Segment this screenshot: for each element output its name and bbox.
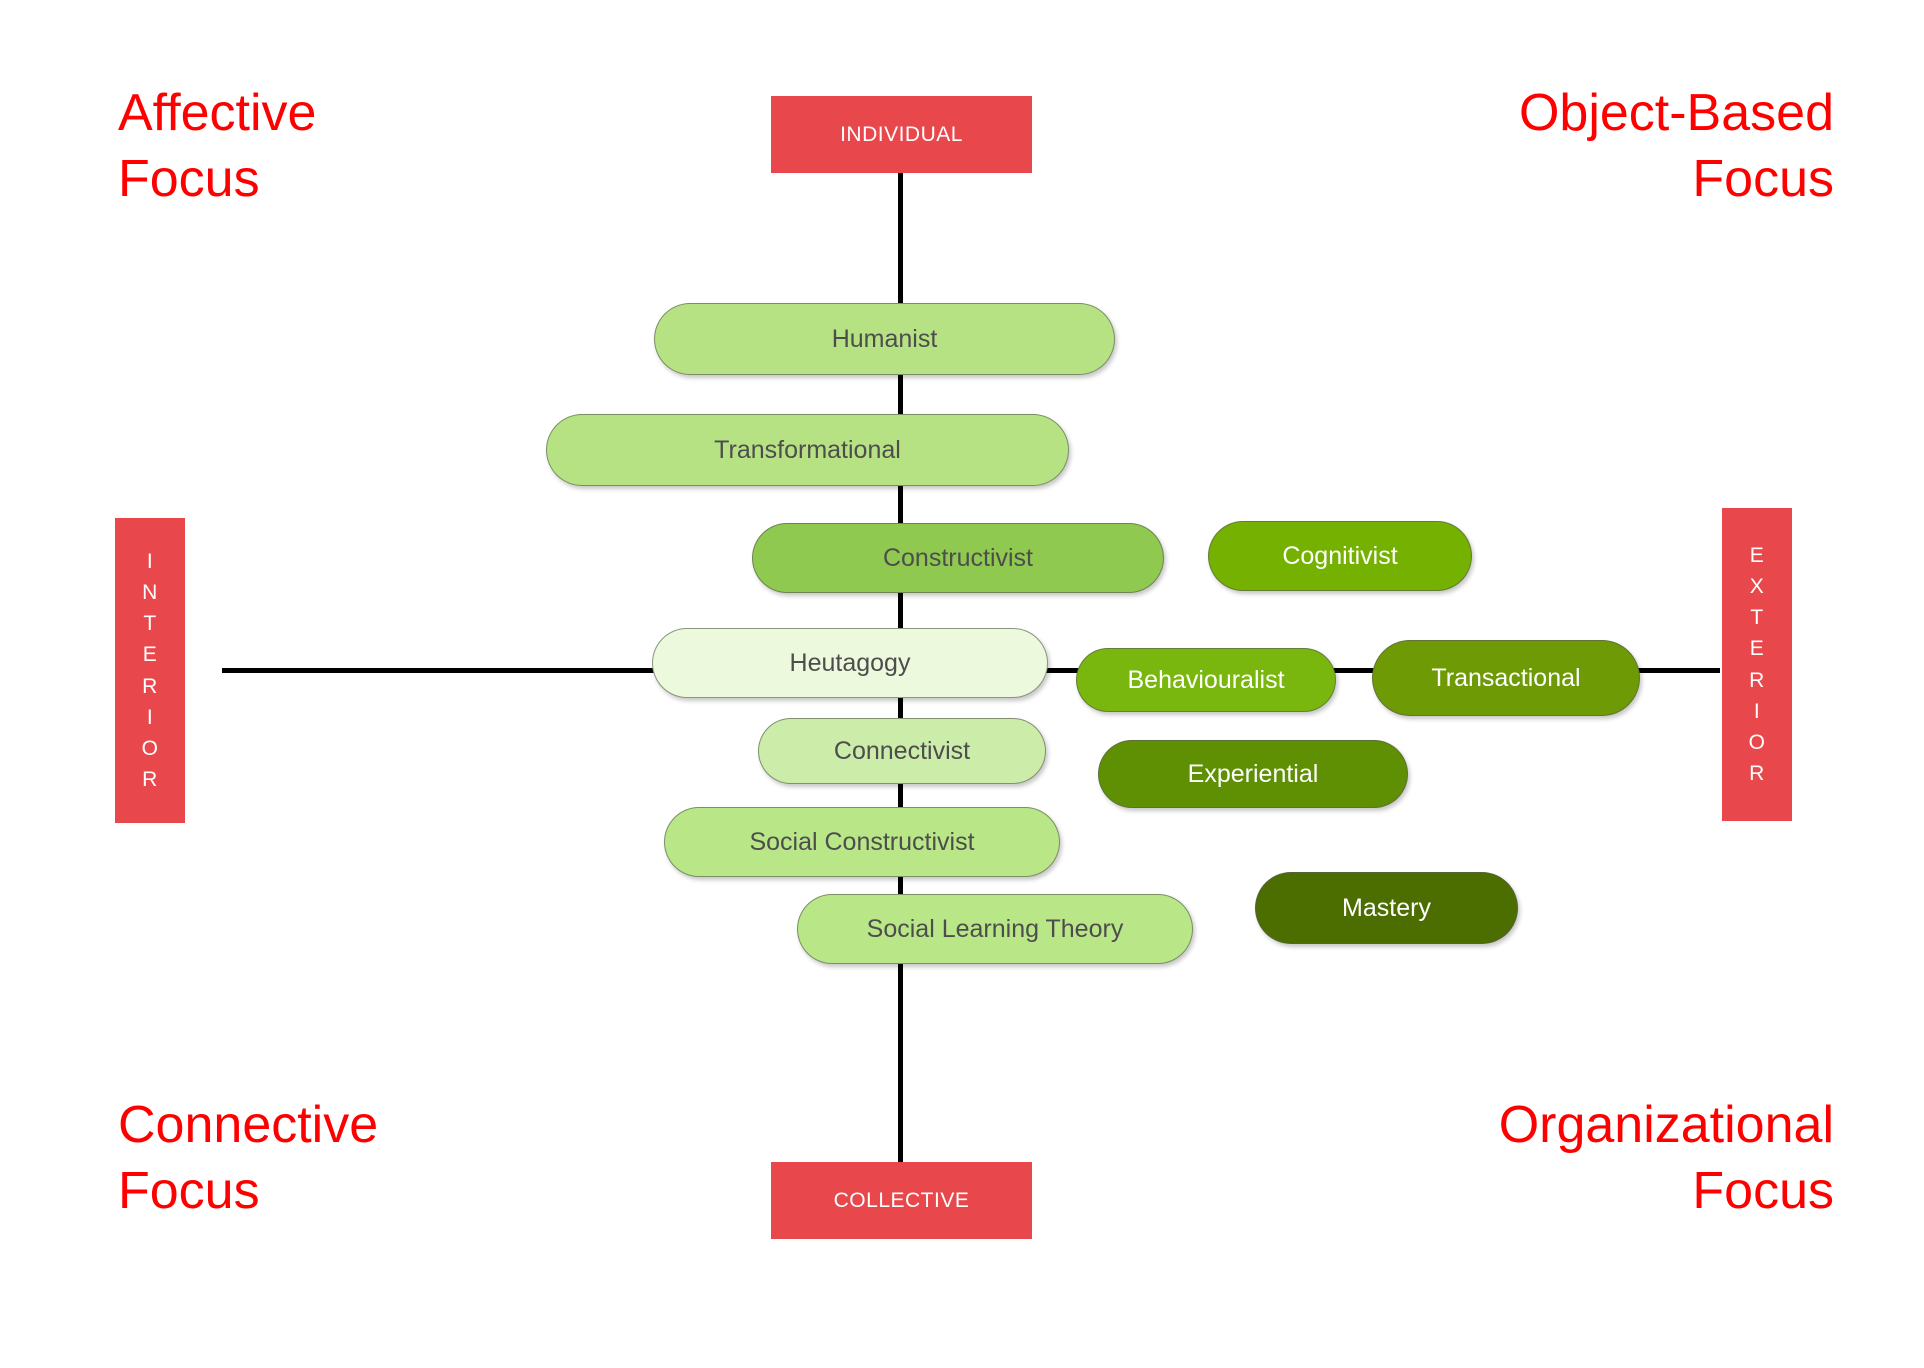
pole-letter: R — [1749, 668, 1765, 692]
pole-collective-label: COLLECTIVE — [833, 1188, 970, 1212]
quadrant-label-bottom-right: Organizational Focus — [1154, 1092, 1834, 1224]
pole-letter: E — [1749, 544, 1765, 568]
theory-pill-label: Humanist — [831, 324, 938, 353]
quadrant-label-bottom-left-line1: Connective — [118, 1096, 379, 1154]
theory-pill-label: Heutagogy — [789, 648, 911, 677]
pole-letter: T — [1750, 606, 1764, 630]
theory-pill-heutagogy[interactable]: Heutagogy — [652, 628, 1048, 698]
theory-pill-label: Transformational — [714, 435, 901, 464]
pole-interior: INTERIOR — [115, 518, 185, 823]
theory-pill-mastery[interactable]: Mastery — [1255, 872, 1518, 944]
pole-individual: INDIVIDUAL — [771, 96, 1032, 173]
theory-pill-constructivist[interactable]: Constructivist — [752, 523, 1164, 593]
pole-letter: I — [146, 705, 154, 729]
theory-pill-social-constructivist[interactable]: Social Constructivist — [664, 807, 1060, 877]
theory-pill-social-learning-theory[interactable]: Social Learning Theory — [797, 894, 1193, 964]
pole-letter: R — [142, 674, 158, 698]
theory-pill-cognitivist[interactable]: Cognitivist — [1208, 521, 1472, 591]
theory-pill-label: Experiential — [1187, 759, 1319, 788]
quadrant-label-bottom-left-line2: Focus — [118, 1162, 260, 1221]
theory-pill-label: Connectivist — [833, 736, 971, 765]
pole-letter: E — [142, 643, 158, 667]
pole-letter: R — [142, 767, 158, 791]
diagram-canvas: Affective Focus Object-Based Focus Connect… — [0, 0, 1924, 1368]
theory-pill-humanist[interactable]: Humanist — [654, 303, 1115, 375]
quadrant-label-top-right: Object-Based Focus — [1194, 80, 1834, 212]
pole-exterior: EXTERIOR — [1722, 508, 1792, 821]
theory-pill-label: Behaviouralist — [1127, 665, 1285, 694]
quadrant-label-top-right-line2: Focus — [1692, 150, 1834, 209]
quadrant-label-bottom-right-line2: Focus — [1692, 1162, 1834, 1221]
theory-pill-label: Social Learning Theory — [866, 914, 1124, 943]
quadrant-label-top-left-line1: Affective — [118, 84, 317, 142]
pole-letter: E — [1749, 637, 1765, 661]
quadrant-label-top-left: Affective Focus — [118, 80, 598, 212]
pole-letter: O — [141, 736, 159, 760]
theory-pill-label: Mastery — [1342, 893, 1431, 922]
theory-pill-transactional[interactable]: Transactional — [1372, 640, 1640, 716]
theory-pill-behaviouralist[interactable]: Behaviouralist — [1076, 648, 1336, 712]
theory-pill-experiential[interactable]: Experiential — [1098, 740, 1408, 808]
theory-pill-connectivist[interactable]: Connectivist — [758, 718, 1046, 784]
theory-pill-transformational[interactable]: Transformational — [546, 414, 1069, 486]
pole-letter: T — [143, 612, 157, 636]
quadrant-label-top-right-line1: Object-Based — [1518, 84, 1834, 142]
quadrant-label-bottom-left: Connective Focus — [118, 1092, 678, 1224]
pole-letter: R — [1749, 761, 1765, 785]
pole-letter: I — [1753, 699, 1761, 723]
theory-pill-label: Cognitivist — [1282, 541, 1398, 570]
quadrant-label-bottom-right-line1: Organizational — [1498, 1096, 1834, 1154]
pole-letter: I — [146, 550, 154, 574]
theory-pill-label: Constructivist — [882, 543, 1034, 572]
quadrant-label-top-left-line2: Focus — [118, 150, 260, 209]
pole-letter: X — [1749, 575, 1765, 599]
theory-pill-label: Transactional — [1431, 663, 1581, 692]
theory-pill-label: Social Constructivist — [749, 827, 975, 856]
pole-letter: N — [142, 581, 158, 605]
pole-letter: O — [1748, 730, 1766, 754]
pole-collective: COLLECTIVE — [771, 1162, 1032, 1239]
pole-individual-label: INDIVIDUAL — [840, 122, 963, 146]
